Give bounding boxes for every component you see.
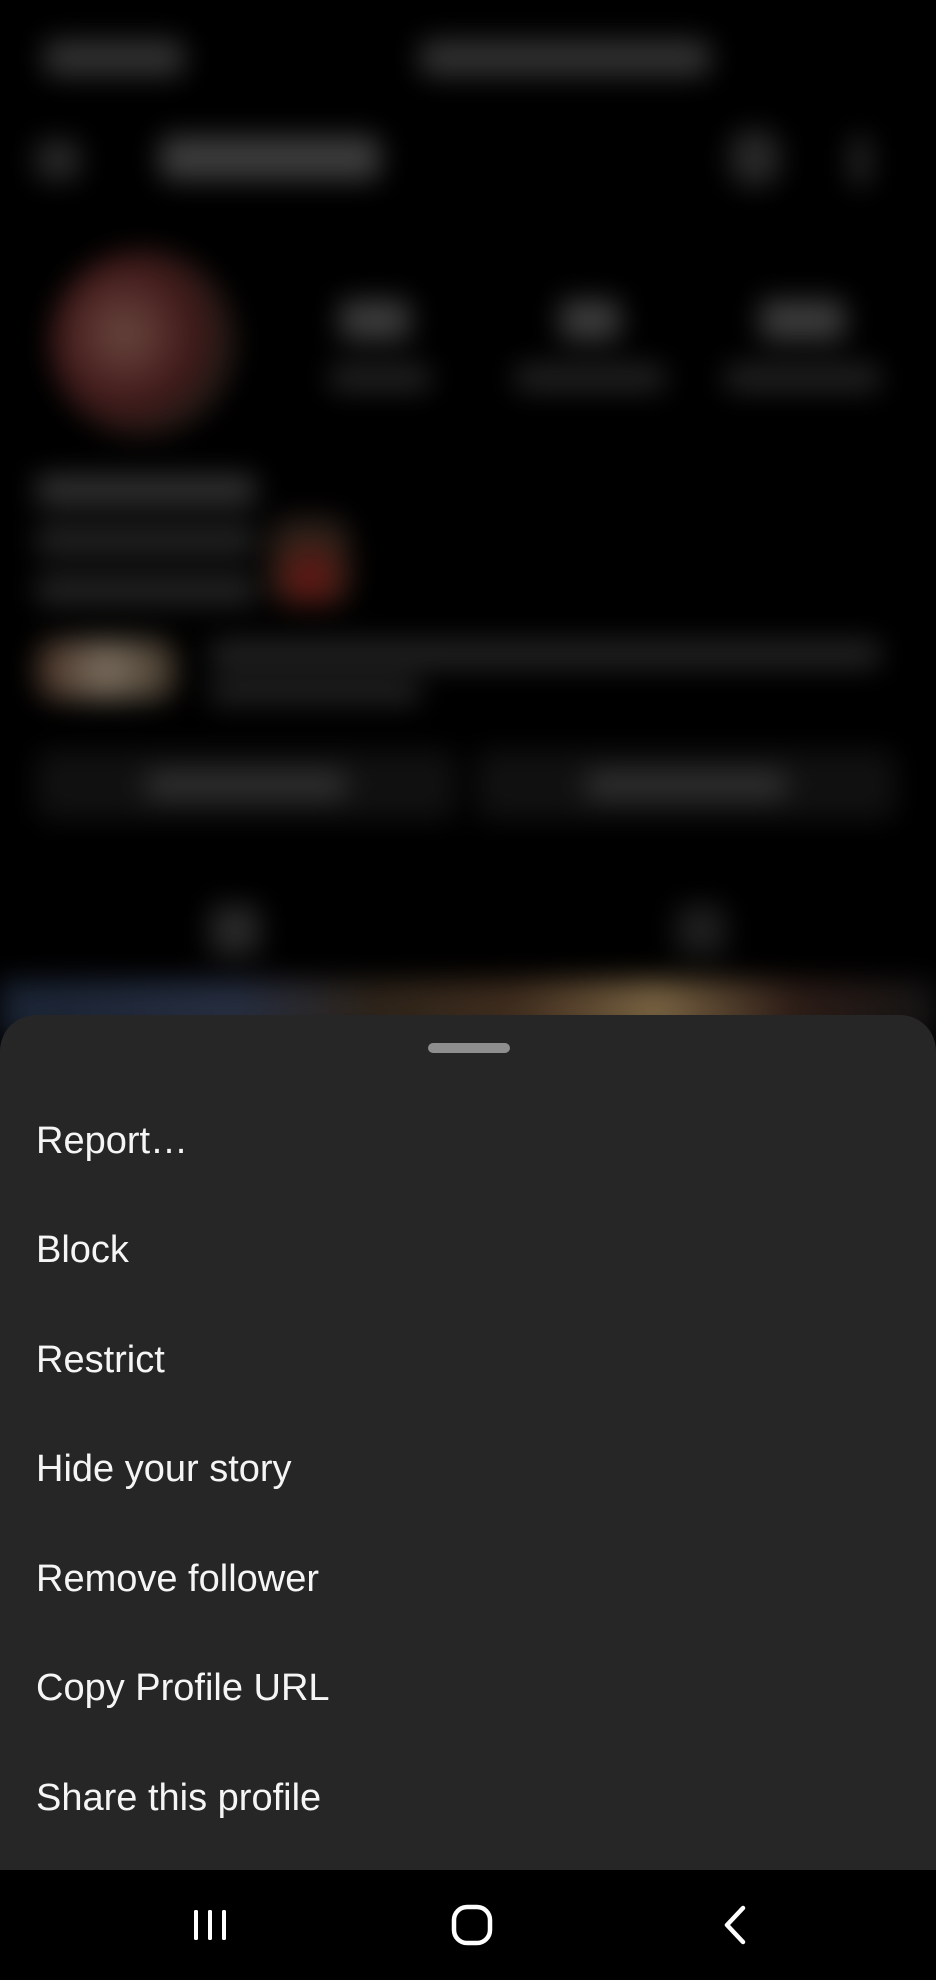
menu-item-hide-story[interactable]: Hide your story: [0, 1415, 936, 1525]
profile-bio-line: [36, 525, 256, 555]
menu-item-label: Share this profile: [36, 1776, 322, 1819]
options-menu: Report… Block Restrict Hide your story R…: [0, 1086, 936, 1853]
blurred-profile-background: [0, 0, 936, 1040]
menu-item-restrict[interactable]: Restrict: [0, 1305, 936, 1415]
menu-item-report[interactable]: Report…: [0, 1086, 936, 1196]
following-count: [760, 300, 845, 340]
menu-item-label: Report…: [36, 1119, 189, 1162]
recent-apps-button[interactable]: [170, 1895, 250, 1955]
profile-name: [36, 475, 256, 505]
profile-username: [160, 136, 380, 180]
notification-bell-icon: [730, 130, 780, 186]
tagged-tab-icon: [676, 905, 726, 955]
menu-item-label: Restrict: [36, 1338, 165, 1381]
menu-item-block[interactable]: Block: [0, 1196, 936, 1306]
menu-item-label: Copy Profile URL: [36, 1667, 330, 1710]
followers-label: [515, 365, 665, 391]
followers-count: [560, 300, 620, 340]
following-label: [725, 365, 880, 391]
recent-apps-icon: [194, 1910, 226, 1940]
home-icon: [451, 1904, 493, 1946]
followed-by-text: [210, 680, 420, 704]
status-bar-time: [44, 40, 184, 76]
bio-emoji: [270, 515, 350, 605]
posts-label: [330, 365, 430, 391]
home-button[interactable]: [432, 1895, 512, 1955]
menu-item-label: Remove follower: [36, 1557, 319, 1600]
menu-item-copy-profile-url[interactable]: Copy Profile URL: [0, 1634, 936, 1744]
drag-handle[interactable]: [428, 1043, 510, 1053]
menu-item-share-profile[interactable]: Share this profile: [0, 1743, 936, 1853]
profile-bio-line: [36, 575, 256, 605]
back-arrow-icon: [36, 140, 80, 180]
follow-button: [36, 750, 456, 820]
status-bar-indicators: [420, 40, 710, 76]
menu-item-label: Block: [36, 1229, 129, 1272]
posts-count: [340, 300, 410, 340]
followed-by-text: [210, 640, 880, 668]
back-icon: [724, 1905, 746, 1945]
system-navigation-bar: [0, 1870, 936, 1980]
menu-item-remove-follower[interactable]: Remove follower: [0, 1524, 936, 1634]
menu-item-label: Hide your story: [36, 1448, 292, 1491]
profile-options-sheet: Report… Block Restrict Hide your story R…: [0, 1015, 936, 1870]
back-button[interactable]: [695, 1895, 775, 1955]
followed-by-avatars: [36, 640, 176, 700]
more-options-icon: [850, 136, 870, 186]
profile-avatar: [50, 250, 236, 436]
grid-tab-icon: [210, 905, 260, 955]
message-button: [476, 750, 896, 820]
